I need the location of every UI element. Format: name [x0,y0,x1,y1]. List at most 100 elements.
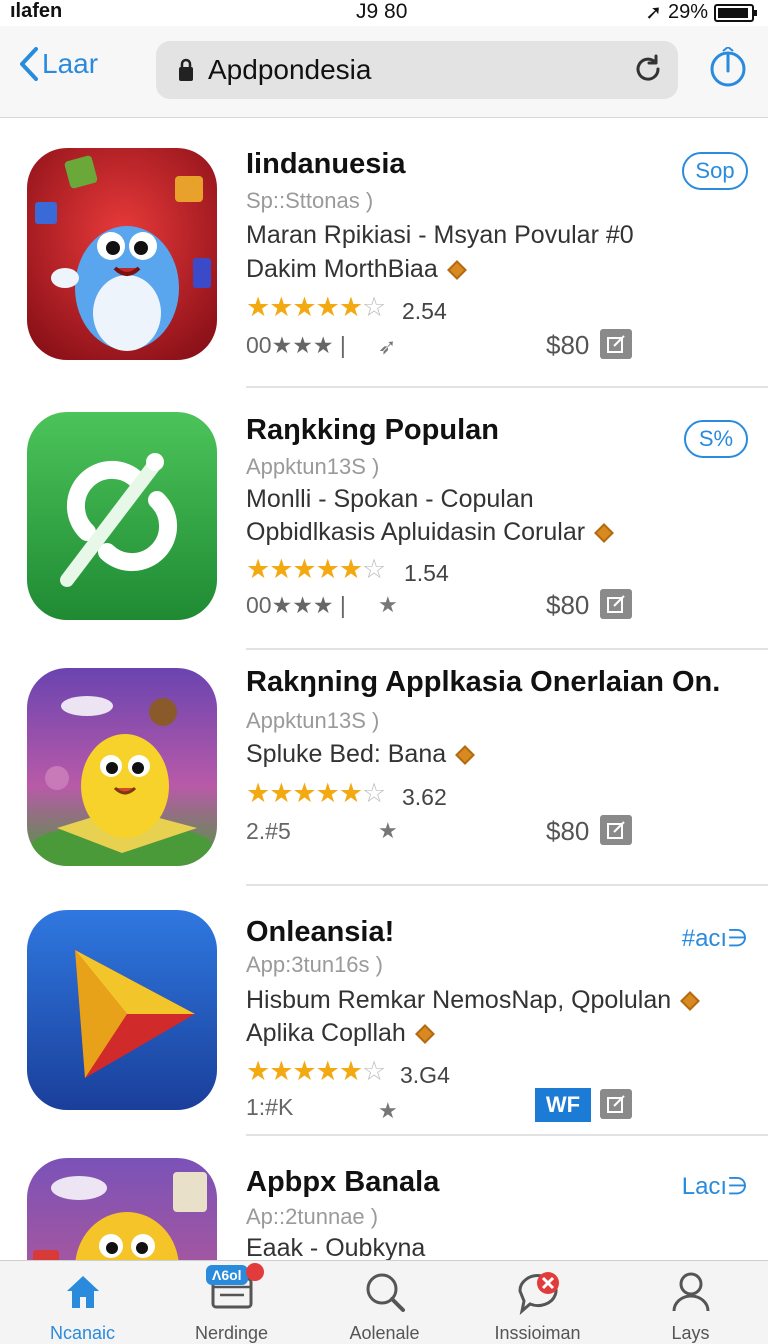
star-rating: ★★★★★☆ [246,554,386,585]
tag-icon [594,523,614,544]
alert-dot-icon [246,1263,264,1281]
person-icon [672,1272,709,1312]
edit-icon [607,595,625,613]
tab-label: Aolenale [349,1323,420,1343]
review-count: 00★★★ | [246,592,346,618]
tag-icon [455,745,476,766]
pin-icon: ➶ [378,334,397,359]
app-description-text: Dakim MorthBiaa [246,255,438,283]
app-description-2: Spluke Bed: Bana [246,740,476,769]
status-bar: ılafen J9 80 ➚ 29% [0,0,768,26]
edit-button[interactable] [600,1089,632,1119]
rating-value: 3.G4 [400,1062,450,1088]
list-item[interactable]: Iindanuesia Sp::Sttonas ) Maran Rpikiasi… [0,118,768,388]
address-bar[interactable]: Apdpondesia [156,41,678,99]
app-description-2: Aplika Copllah [246,1019,435,1048]
location-icon: ➚ [645,2,662,24]
stars-empty: ☆ [362,554,386,584]
app-title[interactable]: Raŋkking Populan [246,414,499,447]
edit-icon [607,1095,625,1113]
app-description-text: Spluke Bed: Bana [246,740,447,768]
tab-label: Inssioiman [494,1323,581,1343]
tag-icon [680,991,701,1012]
share-icon[interactable] [708,47,748,87]
stars-filled: ★★★★★ [246,292,363,322]
app-price: $80 [546,816,590,846]
wf-badge: WF [535,1088,591,1122]
edit-button[interactable] [600,815,632,845]
stars-filled: ★★★★★ [246,778,363,808]
review-count: 00★★★ | [246,332,346,358]
edit-button[interactable] [600,329,632,359]
review-count: 1:#K [246,1094,294,1120]
home-icon [66,1276,99,1308]
lock-icon [179,58,193,81]
app-description-text: Aplika Copllah [246,1019,406,1047]
chat-icon [517,1272,559,1315]
reload-icon[interactable] [632,53,664,85]
list-item[interactable]: Raŋkking Populan Appktun13S ) Monlli - S… [0,388,768,650]
status-right: ➚ 29% [645,0,757,25]
app-title[interactable]: Onleansia! [246,916,394,949]
app-icon-mascot[interactable] [27,148,217,360]
app-subtitle: Appktun13S ) [246,708,380,733]
navigation-bar: Laar Apdpondesia [0,26,768,118]
app-icon-character[interactable] [27,668,217,866]
rating-value: 1.54 [404,560,449,586]
back-button[interactable]: Laar [18,46,98,82]
app-price: $80 [546,330,590,360]
app-description: Maran Rpikiasi - Msyan Povular #0 [246,221,634,249]
chevron-left-icon [20,47,38,81]
tag-icon [414,1024,435,1045]
app-description-text: Opbidlkasis Apluidasin Corular [246,518,586,546]
stars-filled: ★★★★★ [246,1056,363,1086]
review-count: 2.#5 [246,818,291,844]
tab-messages[interactable]: Inssioiman [461,1261,614,1344]
rating-value: 2.54 [402,298,447,324]
app-subtitle: App:3tun16s ) [246,952,383,977]
app-list: Iindanuesia Sp::Sttonas ) Maran Rpikiasi… [0,118,768,1260]
action-button[interactable]: Sop [682,152,748,190]
battery-percent: 29% [667,1,708,23]
app-description: Hisbum Remkar NemosNap, Qpolulan [246,986,701,1015]
app-description: Monlli - Spokan - Copulan [246,485,534,513]
app-description: Eaak - Oubkyna [246,1234,426,1260]
app-title[interactable]: Iindanuesia [246,148,406,181]
stars-empty: ☆ [362,1056,386,1086]
tab-profile[interactable]: Lays [614,1261,767,1344]
app-icon-link[interactable] [27,412,217,620]
app-icon-play[interactable] [27,910,217,1110]
star-rating: ★★★★★☆ [246,1056,386,1087]
app-subtitle: Appktun13S ) [246,454,380,479]
app-title[interactable]: Apbpx Banala [246,1166,439,1199]
tab-home[interactable]: Ncanaic [6,1261,159,1344]
action-link[interactable]: #acı∋ [682,924,748,953]
search-icon [366,1273,405,1312]
tab-label: Nerdinge [194,1323,269,1343]
stars-empty: ☆ [362,292,386,322]
app-price: $80 [546,590,590,620]
edit-button[interactable] [600,589,632,619]
clock: J9 80 [356,0,408,23]
app-subtitle: Ap::2tunnae ) [246,1204,379,1229]
list-item[interactable]: Apbpx Banala Ap::2tunnae ) Eaak - Oubkyn… [0,1136,768,1260]
tab-label: Lays [671,1323,710,1343]
stars-empty: ☆ [362,778,386,808]
list-item[interactable]: Rakŋning Applkasia Onerlaian On. Appktun… [0,650,768,886]
tab-label: Ncanaic [49,1323,116,1343]
carrier-label: ılafen [10,0,63,22]
stars-filled: ★★★★★ [246,554,363,584]
app-description-2: Dakim MorthBiaa [246,255,467,284]
app-icon-monster[interactable] [27,1158,217,1260]
action-link[interactable]: Lacı∋ [682,1172,748,1201]
battery-icon [714,3,757,22]
back-label: Laar [42,48,99,79]
tab-search[interactable]: Aolenale [308,1261,461,1344]
edit-icon [607,821,625,839]
edit-icon [607,335,625,353]
action-button[interactable]: S% [684,420,748,458]
app-title[interactable]: Rakŋning Applkasia Onerlaian On. [246,666,720,699]
list-item[interactable]: Onleansia! App:3tun16s ) Hisbum Remkar N… [0,886,768,1136]
app-description-text: Hisbum Remkar NemosNap, Qpolulan [246,986,672,1014]
notification-badge: Λ6ol [206,1265,248,1285]
